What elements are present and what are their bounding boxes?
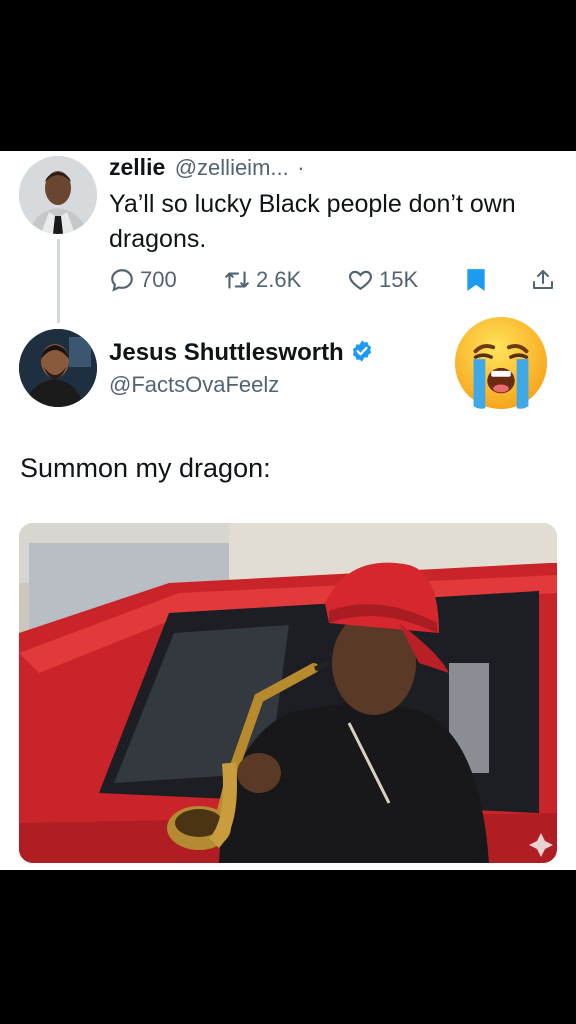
tweet-card: zellie @zellieim... · Ya’ll so lucky Bla… [0, 151, 576, 870]
tweet-media-photo[interactable] [19, 523, 557, 863]
retweet-button[interactable]: 2.6K [223, 263, 301, 297]
main-author-handle[interactable]: @FactsOvaFeelz [109, 372, 279, 398]
share-button[interactable] [531, 263, 555, 297]
meta-separator: · [297, 155, 305, 180]
thread-connector-line [57, 239, 60, 323]
share-icon [533, 270, 553, 289]
loudly-crying-face-icon [452, 314, 550, 417]
verified-badge-icon [352, 340, 371, 362]
reply-icon [111, 269, 133, 292]
reply-count: 700 [140, 267, 177, 292]
heart-icon [349, 270, 372, 290]
main-author-name[interactable]: Jesus Shuttlesworth [109, 339, 344, 366]
retweet-count: 2.6K [256, 267, 302, 292]
like-count: 15K [379, 267, 419, 292]
bookmark-icon [467, 269, 485, 291]
reply-author-handle[interactable]: @zellieim... [175, 155, 289, 180]
retweet-icon [225, 271, 249, 289]
reply-action-bar: 700 2.6K 15K [109, 263, 559, 297]
reply-author-row: zellie @zellieim... · [109, 154, 305, 181]
reply-tweet-text: Ya’ll so lucky Black people don’t own dr… [109, 190, 516, 253]
zellie-avatar[interactable] [19, 156, 97, 234]
reply-button[interactable]: 700 [109, 263, 177, 297]
main-author-name-row: Jesus Shuttlesworth [109, 339, 374, 367]
like-button[interactable]: 15K [347, 263, 418, 297]
main-tweet-text: Summon my dragon: [20, 453, 271, 483]
reply-author-name[interactable]: zellie [109, 154, 165, 180]
jesus-shuttlesworth-avatar[interactable] [19, 329, 97, 407]
bookmark-button[interactable] [465, 263, 487, 297]
